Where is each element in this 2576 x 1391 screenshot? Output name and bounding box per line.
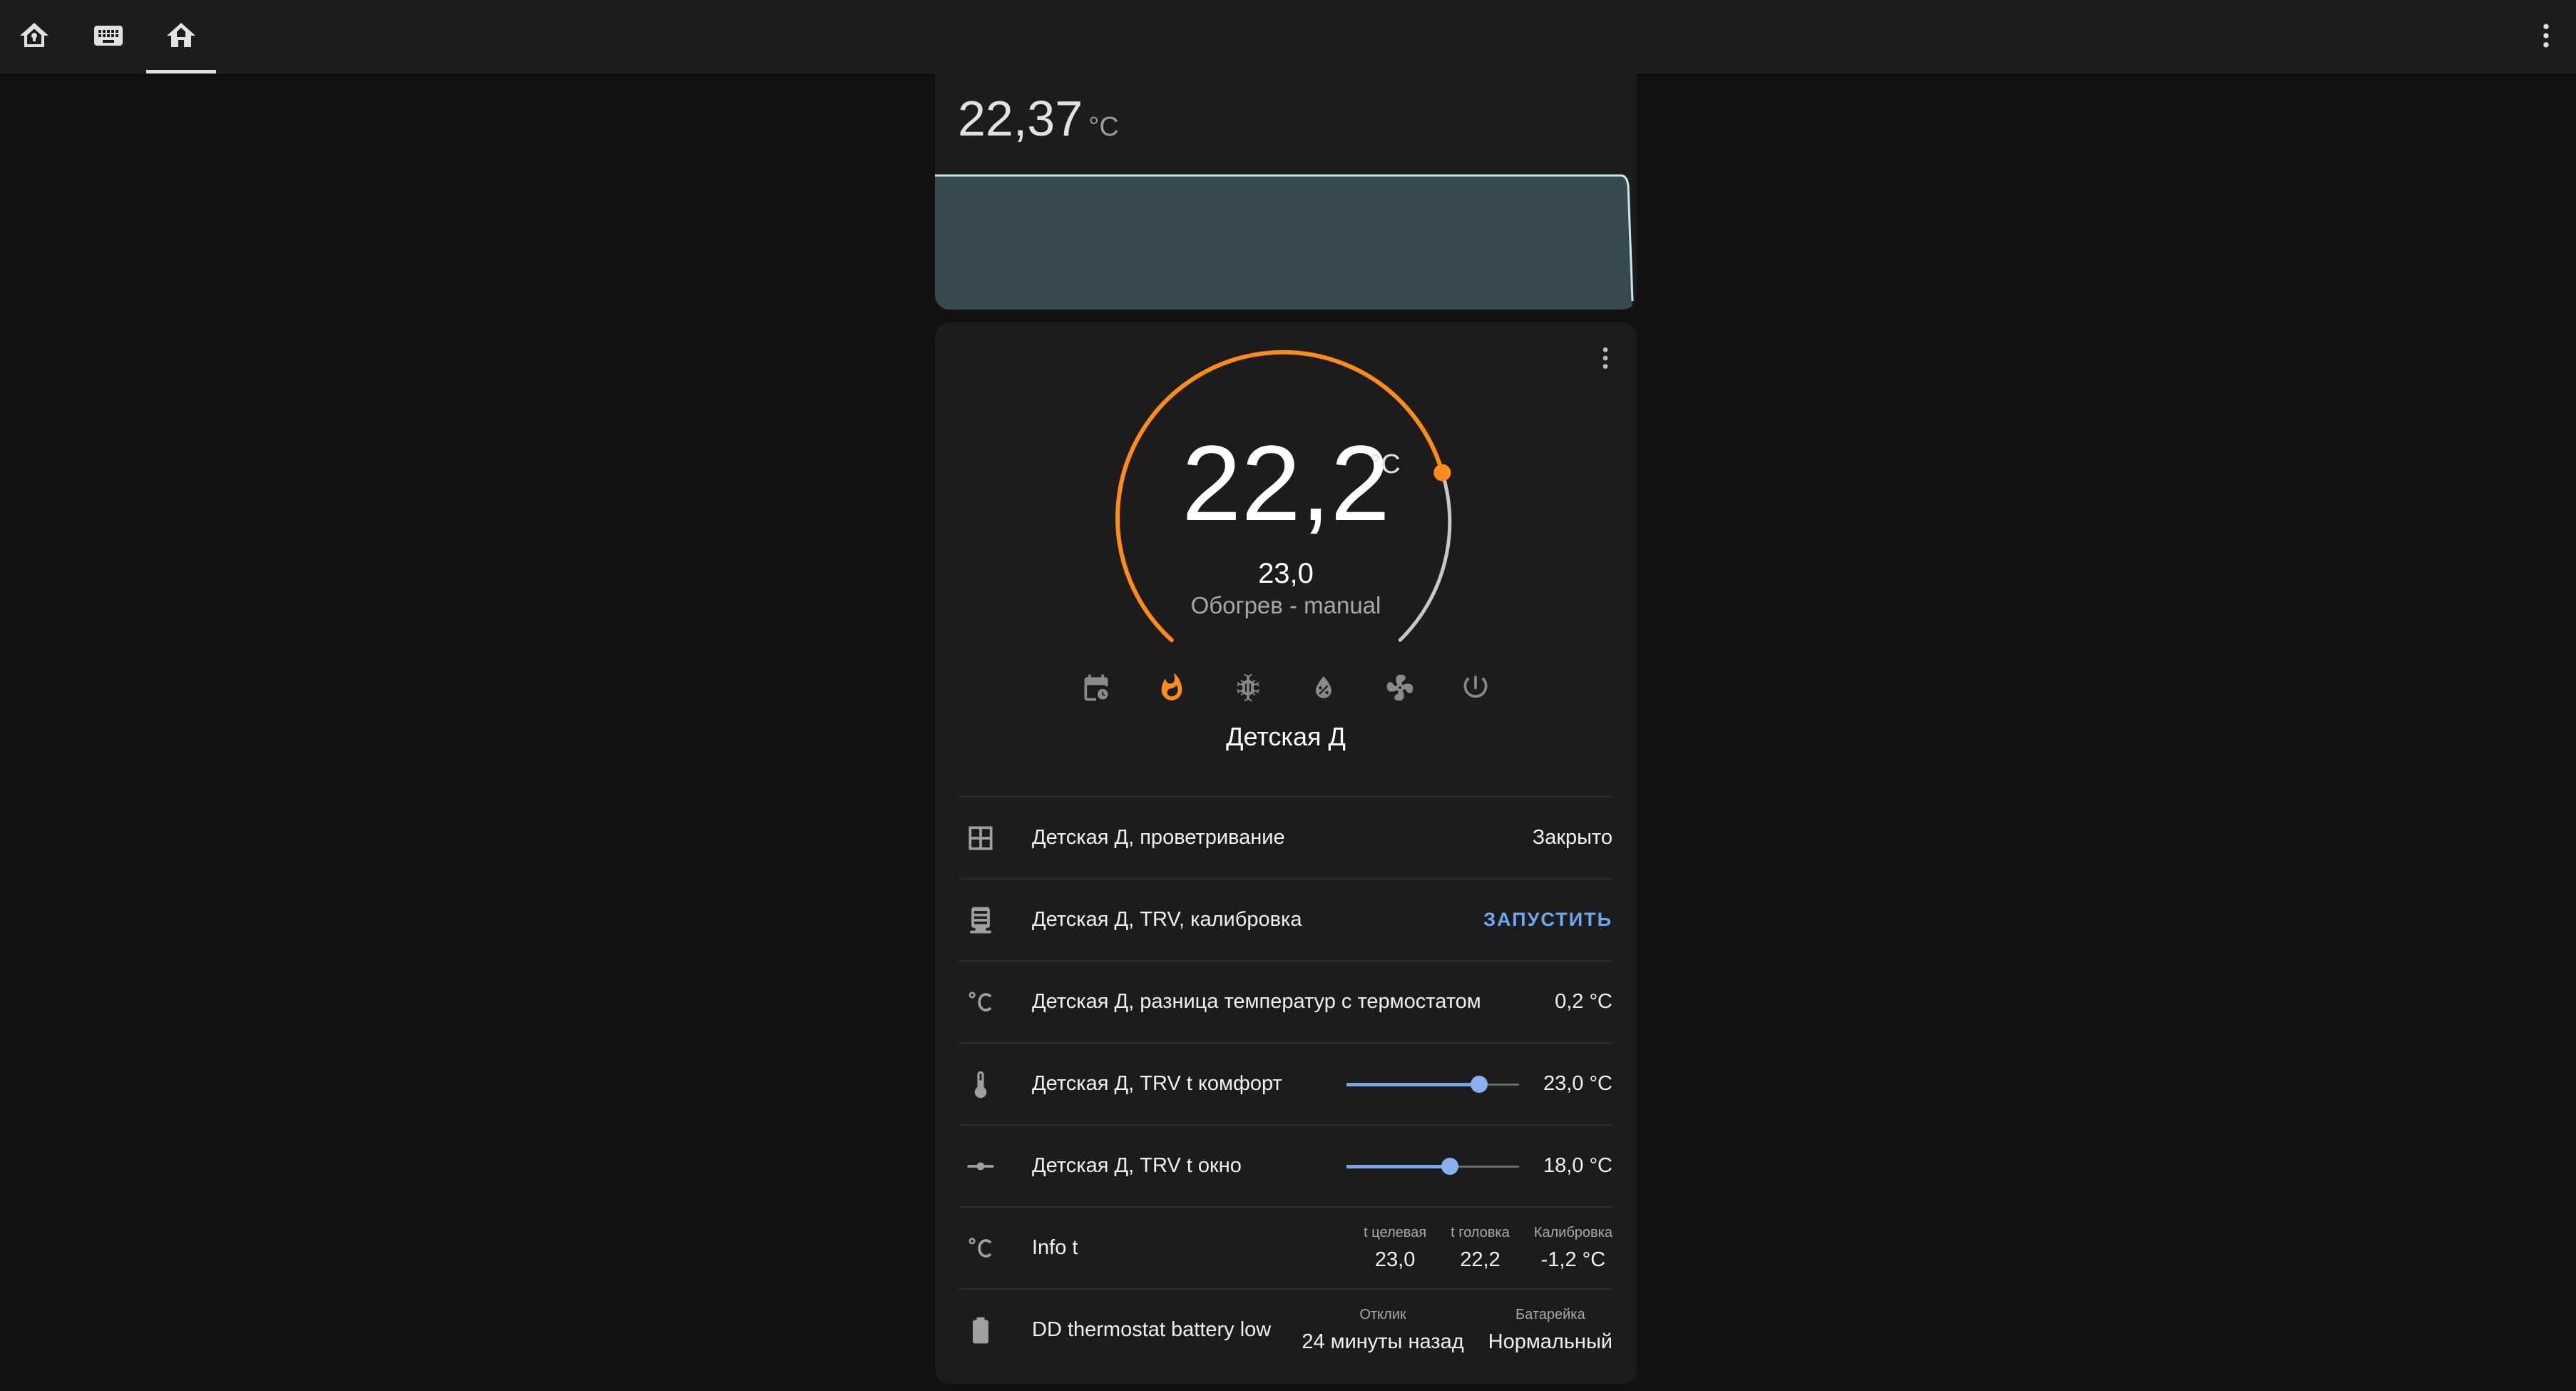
attribute-value: 23,0: [1374, 1248, 1416, 1271]
attribute-value: -1,2 °C: [1540, 1248, 1606, 1271]
entity-state: Закрыто: [1532, 826, 1612, 849]
mode-cool-button[interactable]: [1228, 668, 1268, 708]
entity-row-info[interactable]: Info t t целевая 23,0 t головка 22,2 Кал…: [959, 1206, 1612, 1288]
entity-state: 23,0 °C: [1543, 1072, 1612, 1095]
power-icon: [1463, 676, 1488, 698]
target-temperature: 23,0: [1258, 558, 1314, 589]
entity-name: DD thermostat battery low: [1032, 1318, 1272, 1341]
comfort-temperature-slider[interactable]: [1346, 1070, 1519, 1099]
entity-name: Детская Д, TRV t окно: [1032, 1154, 1242, 1177]
toolbar-menu-button[interactable]: [2529, 16, 2563, 56]
sensor-unit: °C: [1088, 112, 1119, 142]
temperature-sensor-card[interactable]: 22,37 °C: [935, 43, 1637, 310]
hvac-mode-label: Обогрев - manual: [1190, 592, 1381, 618]
slider-fill: [1346, 1082, 1480, 1086]
tab-keyboard[interactable]: [87, 16, 130, 56]
mode-fan-button[interactable]: [1380, 668, 1420, 708]
entity-name: Детская Д, проветривание: [1032, 826, 1285, 849]
attribute-value: Нормальный: [1488, 1330, 1612, 1353]
ray-vertex-icon: [967, 1162, 994, 1170]
celsius-icon: [968, 991, 992, 1012]
entity-row-window-temperature: Детская Д, TRV t окно 18,0 °C: [959, 1124, 1612, 1206]
mode-off-button[interactable]: [1456, 668, 1496, 708]
entity-row-battery[interactable]: DD thermostat battery low Отклик 24 мину…: [959, 1288, 1612, 1370]
celsius-icon: [968, 1237, 992, 1258]
window-temperature-slider[interactable]: [1346, 1152, 1519, 1181]
calendar-clock-icon: [1084, 674, 1108, 701]
thermostat-card: 22,2 °C 23,0 Обогрев - manual Детская Д …: [935, 322, 1637, 1384]
attribute-value: 24 минуты назад: [1302, 1330, 1464, 1353]
attribute-target: t целевая 23,0: [1364, 1225, 1426, 1272]
slider-thumb[interactable]: [1471, 1075, 1488, 1093]
entity-row-temperature-difference[interactable]: Детская Д, разница температур с термоста…: [959, 960, 1612, 1042]
entity-row-window[interactable]: Детская Д, проветривание Закрыто: [959, 796, 1612, 878]
current-temperature-unit: °C: [1370, 449, 1401, 479]
home-assistant-icon: [20, 23, 48, 47]
attribute-calibration: Калибровка -1,2 °C: [1534, 1225, 1612, 1272]
entity-name: Info t: [1032, 1236, 1078, 1259]
fan-icon: [1386, 674, 1413, 701]
entity-name: Детская Д, разница температур с термоста…: [1032, 990, 1481, 1013]
keyboard-icon: [94, 26, 123, 46]
radiator-icon: [970, 907, 991, 933]
entity-row-comfort-temperature: Детская Д, TRV t комфорт 23,0 °C: [959, 1042, 1612, 1124]
attribute-label: t головка: [1451, 1224, 1510, 1240]
sensor-value-number: 22,37: [958, 91, 1083, 146]
entity-attributes: t целевая 23,0 t головка 22,2 Калибровка…: [1364, 1225, 1612, 1272]
mode-heat-button[interactable]: [1152, 668, 1192, 708]
entity-attributes: Отклик 24 минуты назад Батарейка Нормаль…: [1302, 1307, 1612, 1354]
mode-dry-button[interactable]: [1304, 668, 1344, 708]
attribute-label: Батарейка: [1516, 1306, 1585, 1323]
slider-thumb[interactable]: [1441, 1157, 1459, 1175]
attribute-battery: Батарейка Нормальный: [1488, 1307, 1612, 1354]
run-calibration-button[interactable]: ЗАПУСТИТЬ: [1483, 909, 1612, 931]
mode-schedule-button[interactable]: [1076, 668, 1116, 708]
active-tab-indicator: [146, 70, 216, 73]
attribute-head: t головка 22,2: [1451, 1225, 1510, 1272]
battery-icon: [973, 1317, 988, 1343]
current-temperature: 22,2: [1182, 423, 1390, 543]
attribute-label: Отклик: [1359, 1306, 1406, 1323]
slider-fill: [1346, 1164, 1451, 1168]
thermostat-name: Детская Д: [1226, 722, 1346, 751]
entity-state: 18,0 °C: [1543, 1154, 1612, 1177]
sensor-history-graph: [935, 174, 1634, 310]
attribute-last-seen: Отклик 24 минуты назад: [1302, 1307, 1463, 1354]
tab-home[interactable]: [160, 16, 203, 56]
entity-rows: Детская Д, проветривание Закрыто Детская…: [959, 796, 1612, 1370]
entity-state: 0,2 °C: [1555, 990, 1612, 1013]
window-icon: [968, 826, 993, 850]
snowflake-icon: [1236, 673, 1259, 702]
thermometer-icon: [974, 1071, 987, 1098]
attribute-label: t целевая: [1364, 1224, 1427, 1240]
home-icon: [167, 23, 195, 47]
water-percent-icon: [1316, 676, 1332, 698]
tab-home-assistant[interactable]: [13, 16, 56, 56]
entity-row-calibration: Детская Д, TRV, калибровка ЗАПУСТИТЬ: [959, 878, 1612, 960]
attribute-label: Калибровка: [1533, 1224, 1612, 1240]
hvac-mode-selector: [1076, 668, 1496, 708]
attribute-value: 22,2: [1460, 1248, 1501, 1271]
entity-name: Детская Д, TRV, калибровка: [1032, 908, 1302, 931]
fire-icon: [1162, 673, 1182, 700]
dots-vertical-icon: [2543, 24, 2549, 48]
entity-name: Детская Д, TRV t комфорт: [1032, 1072, 1282, 1095]
sensor-value: 22,37 °C: [958, 90, 1119, 147]
